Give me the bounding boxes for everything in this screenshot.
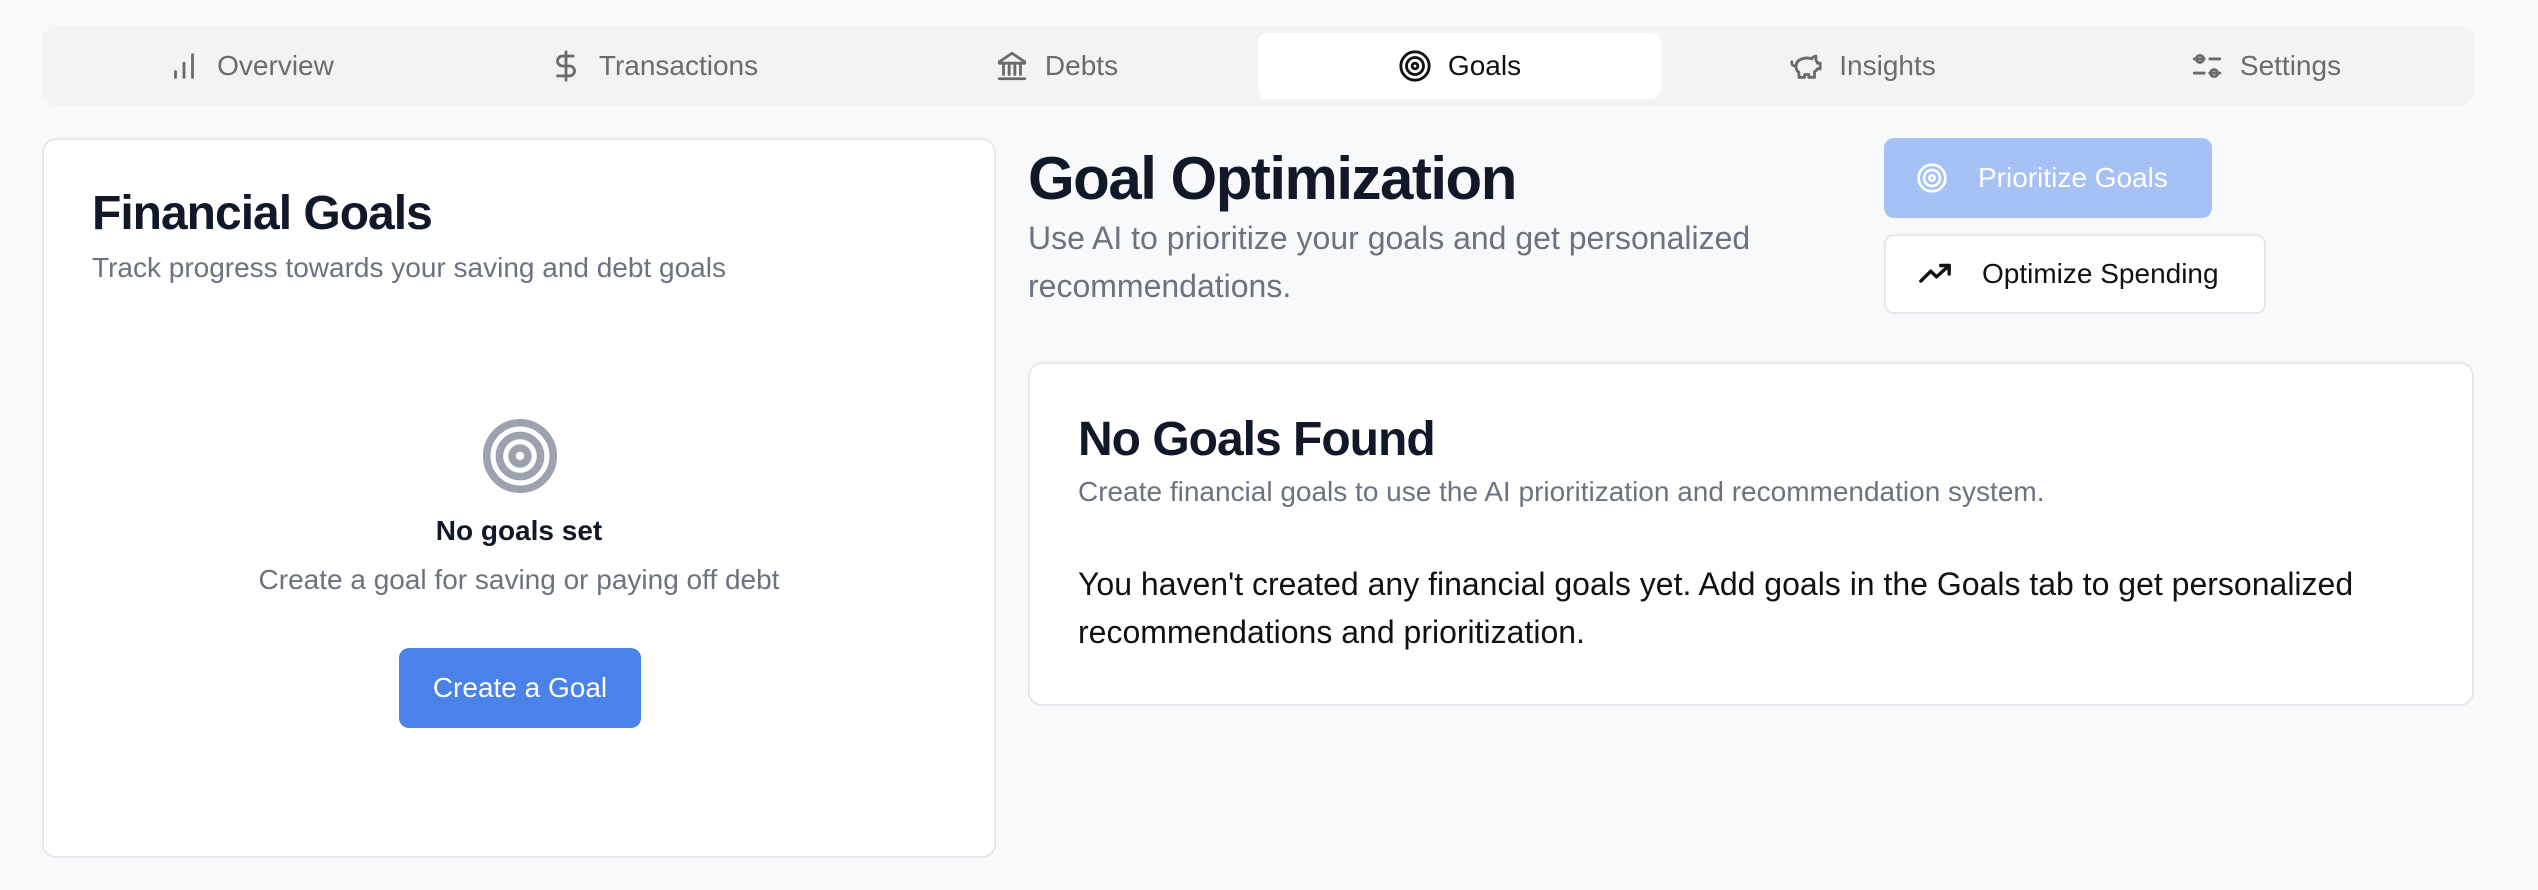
- card-title: No Goals Found: [1078, 413, 1436, 466]
- sliders-icon: [2192, 53, 2222, 79]
- tab-label: Goals: [1447, 50, 1522, 81]
- bank-icon: [997, 51, 1027, 81]
- tab-label: Debts: [1044, 50, 1119, 81]
- tab-insights[interactable]: Insights: [1661, 33, 2064, 99]
- target-icon: [482, 418, 558, 494]
- main-tabs: Overview Transactions Debts Goals Insigh…: [42, 26, 2474, 106]
- tab-settings[interactable]: Settings: [2064, 33, 2467, 99]
- tab-overview[interactable]: Overview: [49, 33, 452, 99]
- tab-goals[interactable]: Goals: [1258, 33, 1661, 99]
- card-body: You haven't created any financial goals …: [1078, 566, 2354, 650]
- target-icon: [1399, 50, 1431, 82]
- target-icon: [1917, 163, 1947, 193]
- piggy-bank-icon: [1790, 54, 1822, 79]
- trending-up-icon: [1919, 263, 1951, 283]
- card-title: Financial Goals: [92, 187, 433, 240]
- bar-chart-icon: [174, 53, 195, 79]
- button-label: Optimize Spending: [1982, 258, 2219, 289]
- card-subtitle: Create financial goals to use the AI pri…: [1078, 476, 2045, 507]
- optimize-spending-button[interactable]: Optimize Spending: [1884, 234, 2266, 314]
- page-title: Goal Optimization: [1028, 145, 1517, 212]
- page-description: Use AI to prioritize your goals and get …: [1028, 220, 1751, 304]
- card-subtitle: Track progress towards your saving and d…: [92, 252, 726, 283]
- tab-debts[interactable]: Debts: [855, 33, 1258, 99]
- tab-label: Settings: [2239, 50, 2342, 81]
- prioritize-goals-button[interactable]: Prioritize Goals: [1884, 138, 2212, 218]
- empty-state-title: No goals set: [435, 515, 603, 546]
- button-label: Prioritize Goals: [1978, 162, 2168, 193]
- financial-goals-card: Financial Goals Track progress towards y…: [42, 138, 996, 858]
- tab-label: Transactions: [598, 50, 759, 81]
- tab-label: Overview: [217, 50, 334, 81]
- dollar-icon: [555, 50, 576, 82]
- tab-transactions[interactable]: Transactions: [452, 33, 855, 99]
- empty-state-subtitle: Create a goal for saving or paying off d…: [258, 564, 780, 595]
- no-goals-card: No Goals Found Create financial goals to…: [1028, 362, 2474, 706]
- create-goal-button[interactable]: Create a Goal: [399, 648, 641, 728]
- tab-label: Insights: [1839, 50, 1936, 81]
